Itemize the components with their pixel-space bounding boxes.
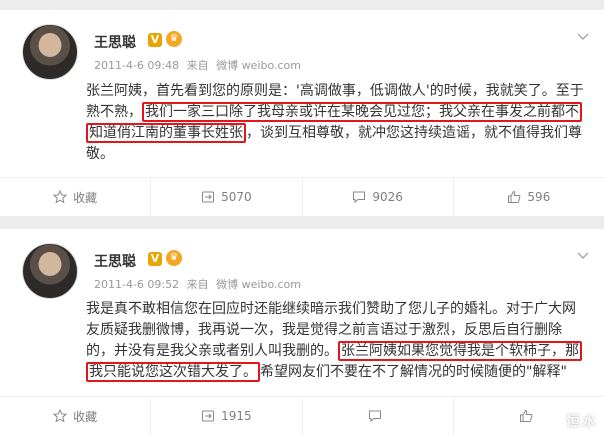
- post-source[interactable]: 微博 weibo.com: [216, 59, 301, 72]
- chevron-down-icon[interactable]: [576, 249, 590, 263]
- highlight-box: 我只能说您这次错大发了。: [86, 362, 260, 382]
- verified-icon: V: [148, 252, 162, 266]
- action-bar: 收藏 5070 9026 596: [0, 177, 604, 216]
- post-meta: 2011-4-6 09:52 来自 微博 weibo.com: [94, 276, 305, 292]
- chevron-down-icon[interactable]: [576, 30, 590, 44]
- highlight-box: 张兰阿姨如果您觉得我是个软柿子，那: [338, 341, 582, 361]
- post-content: 我是真不敢相信您在回应时还能继续暗示我们赞助了您儿子的婚礼。对于广大网友质疑我删…: [86, 299, 584, 383]
- weibo-post-1: 王思聪 V ♛ 2011-4-6 09:48 来自 微博 weibo.com 张…: [0, 10, 604, 216]
- verified-icon: V: [148, 33, 162, 47]
- post-meta: 2011-4-6 09:48 来自 微博 weibo.com: [94, 57, 305, 73]
- weibo-post-2: 王思聪 V ♛ 2011-4-6 09:52 来自 微博 weibo.com 我…: [0, 229, 604, 435]
- post-source[interactable]: 微博 weibo.com: [216, 278, 301, 291]
- repost-icon: [202, 191, 215, 203]
- post-time[interactable]: 2011-4-6 09:52: [94, 278, 179, 291]
- comment-icon: [368, 410, 381, 423]
- star-icon: [53, 190, 68, 204]
- post-time[interactable]: 2011-4-6 09:48: [94, 59, 179, 72]
- repost-icon: [202, 410, 215, 422]
- thumbs-up-icon: [519, 409, 533, 422]
- post-content: 张兰阿姨，首先看到您的原则是：'高调做事，低调做人'的时候，我就笑了。至于熟不熟…: [86, 81, 584, 165]
- highlight-box: 知道俏江南的董事长姓张: [86, 123, 246, 143]
- avatar[interactable]: [22, 243, 78, 299]
- comment-button[interactable]: 9026: [303, 178, 454, 216]
- collect-button[interactable]: 收藏: [0, 397, 152, 435]
- comment-icon: [353, 191, 366, 204]
- post-text: 希望网友们不要在不了解情况的时候随便的"解释": [260, 364, 567, 380]
- like-button[interactable]: 596: [454, 178, 604, 216]
- author-name[interactable]: 王思聪: [94, 251, 136, 271]
- thumbs-up-icon: [508, 190, 521, 203]
- avatar[interactable]: [22, 24, 78, 80]
- author-name[interactable]: 王思聪: [94, 32, 136, 52]
- post-from: 来自: [186, 278, 209, 291]
- collect-button[interactable]: 收藏: [0, 178, 152, 216]
- highlight-box: 我们一家三口除了我母亲或许在某晚会见过您；我父亲在事发之前都不: [142, 102, 582, 122]
- post-from: 来自: [186, 59, 209, 72]
- watermark: 恒水: [566, 414, 598, 430]
- star-icon: [53, 409, 68, 423]
- comment-button[interactable]: [303, 397, 454, 435]
- repost-button[interactable]: 1915: [151, 397, 303, 435]
- repost-button[interactable]: 5070: [151, 178, 303, 216]
- vip-icon: ♛: [166, 250, 182, 266]
- action-bar: 收藏 1915: [0, 396, 604, 435]
- vip-icon: ♛: [166, 31, 182, 47]
